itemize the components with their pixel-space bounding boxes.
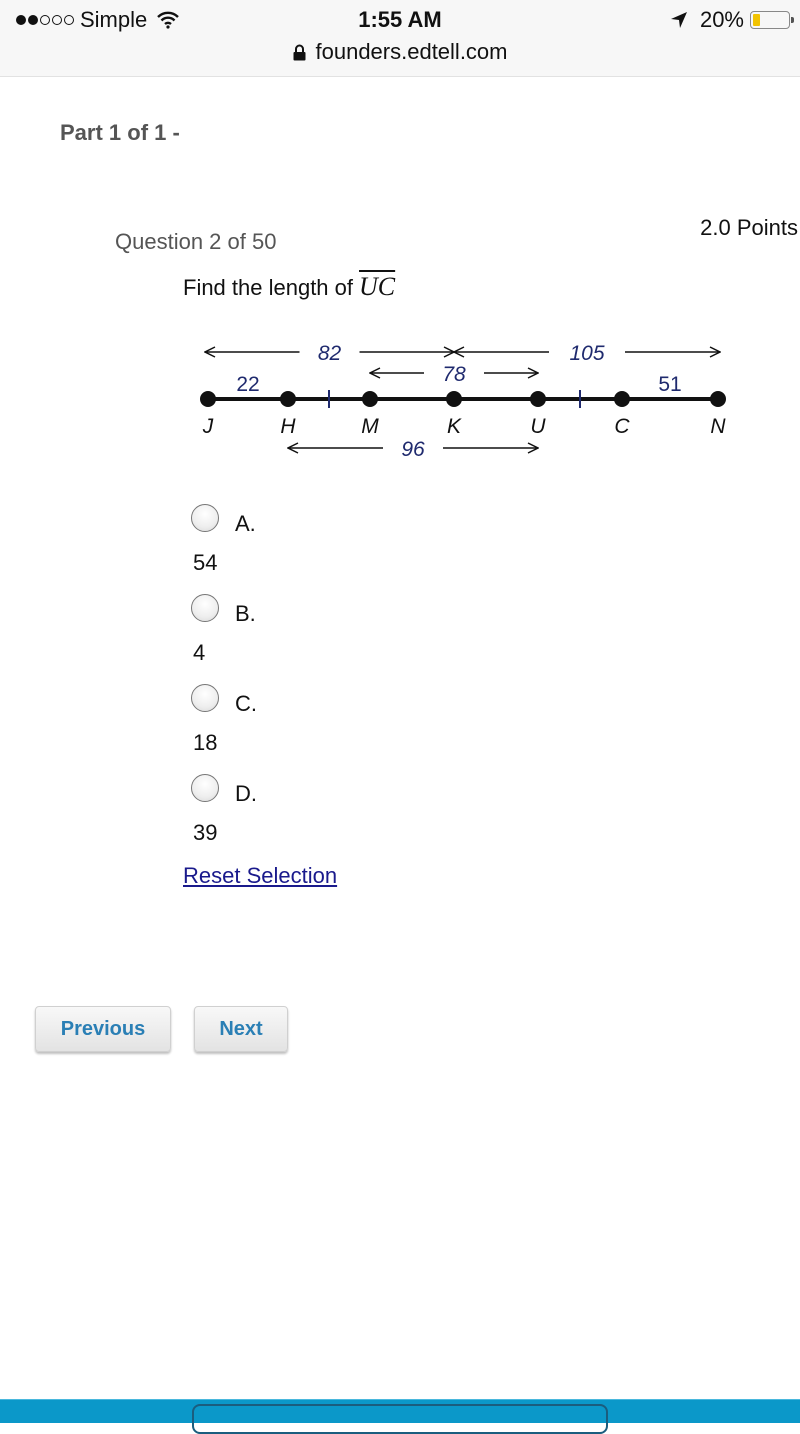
- location-arrow-icon: [670, 12, 687, 28]
- point-label-j: J: [202, 415, 214, 438]
- point-c: [614, 391, 630, 407]
- distance-arrow: 105: [454, 342, 720, 365]
- url-bar[interactable]: founders.edtell.com: [0, 39, 800, 65]
- point-k: [446, 391, 462, 407]
- lock-icon: [293, 44, 305, 60]
- point-j: [200, 391, 216, 407]
- battery-icon: [750, 11, 794, 29]
- segment-notation: UC: [359, 272, 396, 301]
- prompt-text: Find the length of: [183, 275, 354, 300]
- choice-letter: A.: [235, 511, 256, 536]
- segment-length-label: 22: [236, 373, 259, 396]
- part-title: Part 1 of 1 -: [60, 120, 180, 145]
- point-label-k: K: [447, 415, 462, 438]
- radio-button[interactable]: [191, 774, 219, 802]
- distance-arrow: 78: [370, 363, 538, 386]
- distance-label: 96: [401, 438, 425, 461]
- battery-percent: 20%: [699, 7, 744, 32]
- battery-tip: [791, 17, 794, 23]
- radio-button[interactable]: [191, 504, 219, 532]
- distance-label: 105: [569, 342, 604, 365]
- distance-label: 78: [442, 363, 466, 386]
- point-label-n: N: [710, 415, 726, 438]
- reset-selection-link[interactable]: Reset Selection: [183, 863, 337, 889]
- point-label-u: U: [530, 415, 546, 438]
- url-text: founders.edtell.com: [315, 39, 508, 64]
- bottom-toolbar-button[interactable]: [192, 1404, 608, 1434]
- choice-letter: B.: [235, 601, 256, 626]
- question-points: 2.0 Points: [700, 215, 798, 240]
- status-right: 20%: [670, 7, 794, 33]
- point-label-h: H: [280, 415, 296, 438]
- point-h: [280, 391, 296, 407]
- point-m: [362, 391, 378, 407]
- point-n: [710, 391, 726, 407]
- point-label-m: M: [361, 415, 379, 438]
- next-button[interactable]: Next: [194, 1006, 288, 1052]
- choice-value: 18: [193, 730, 218, 755]
- previous-button[interactable]: Previous: [35, 1006, 171, 1052]
- segment-length-label: 51: [658, 373, 681, 396]
- battery-fill: [753, 14, 760, 26]
- distance-arrow: 96: [288, 438, 538, 461]
- point-label-c: C: [614, 415, 630, 438]
- choice-value: 54: [193, 550, 218, 575]
- radio-button[interactable]: [191, 684, 219, 712]
- distance-label: 82: [318, 342, 342, 365]
- number-line-figure: 82 105 78 96 J H M K U C N 22 51: [200, 342, 726, 461]
- question-number: Question 2 of 50: [115, 229, 277, 254]
- distance-arrow: 82: [205, 342, 454, 365]
- choice-letter: D.: [235, 781, 257, 806]
- question-prompt: Find the length of UC: [183, 272, 395, 302]
- choice-value: 39: [193, 820, 218, 845]
- choice-letter: C.: [235, 691, 257, 716]
- status-bar: Simple 1:55 AM 20% founders.edtell.com: [0, 0, 800, 77]
- radio-button[interactable]: [191, 594, 219, 622]
- choice-value: 4: [193, 640, 206, 665]
- point-u: [530, 391, 546, 407]
